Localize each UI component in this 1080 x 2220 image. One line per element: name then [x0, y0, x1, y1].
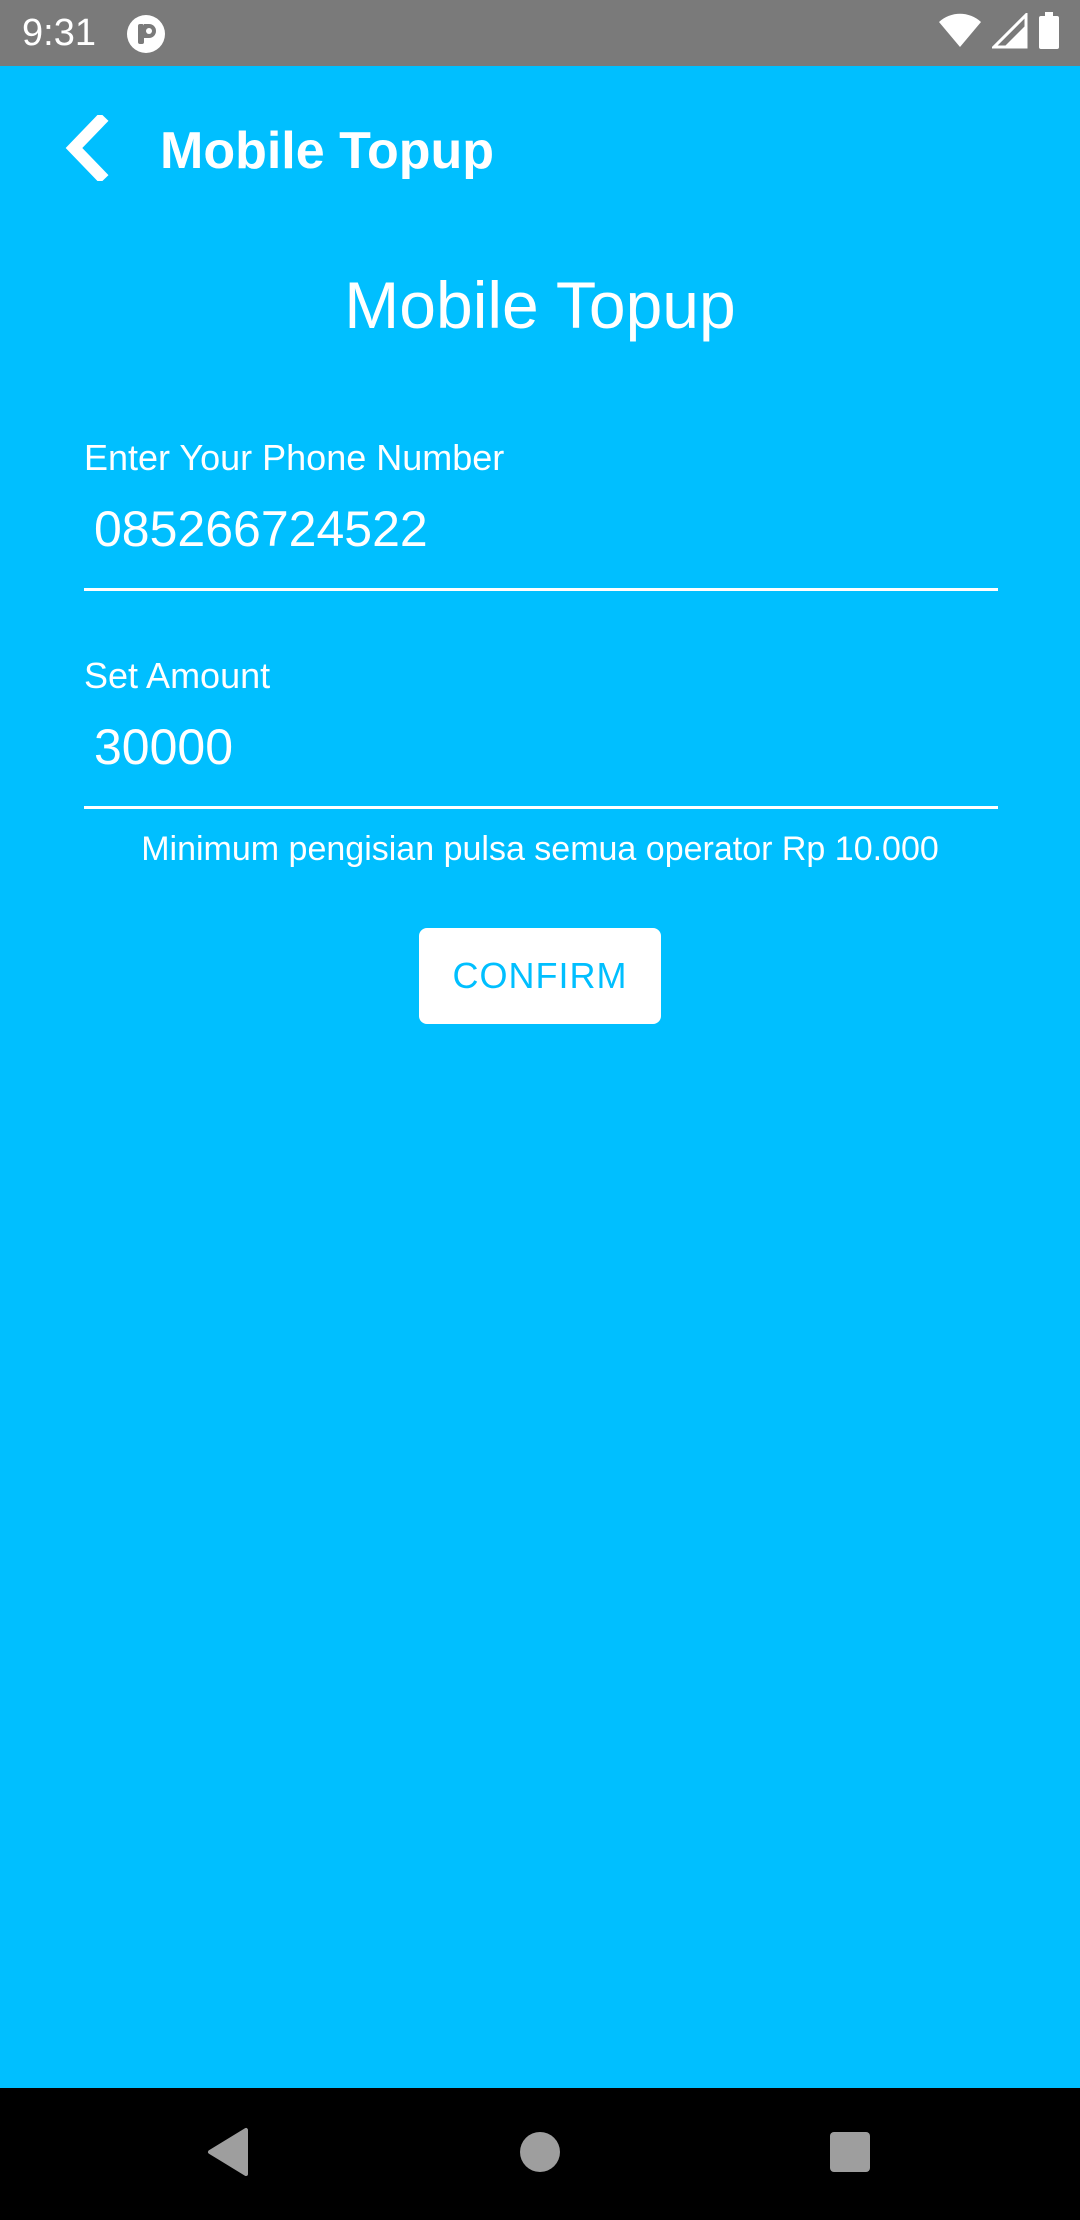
phone-number-field: Enter Your Phone Number: [84, 436, 998, 591]
amount-input[interactable]: [84, 716, 998, 778]
amount-underline: [84, 806, 998, 809]
app-notification-icon: [126, 14, 166, 54]
recents-square-icon: [828, 2130, 872, 2179]
phone-number-input[interactable]: [84, 498, 998, 560]
status-bar: 9:31: [0, 0, 1080, 66]
battery-icon: [1038, 11, 1060, 55]
page-title: Mobile Topup: [344, 268, 736, 342]
phone-number-underline: [84, 588, 998, 591]
system-nav-bar: [0, 2088, 1080, 2220]
app-bar: Mobile Topup: [0, 66, 1080, 236]
confirm-button[interactable]: CONFIRM: [419, 928, 661, 1024]
back-triangle-icon: [206, 2127, 250, 2182]
app-bar-title: Mobile Topup: [160, 122, 495, 180]
mobile-topup-screen: 9:31 Mobile Topup Mobile Topup Enter You…: [0, 0, 1080, 2220]
chevron-left-icon: [60, 112, 110, 186]
phone-number-label: Enter Your Phone Number: [84, 437, 505, 478]
back-button[interactable]: [50, 110, 120, 190]
amount-field: Set Amount: [84, 654, 998, 809]
cell-signal-icon: [990, 10, 1028, 54]
nav-home-button[interactable]: [508, 2122, 572, 2186]
status-icons: [938, 10, 1060, 55]
wifi-icon: [938, 13, 982, 54]
status-time: 9:31: [22, 12, 96, 54]
home-circle-icon: [518, 2130, 562, 2179]
amount-label: Set Amount: [84, 655, 271, 696]
nav-recents-button[interactable]: [818, 2122, 882, 2186]
nav-back-button[interactable]: [196, 2122, 260, 2186]
minimum-topup-hint: Minimum pengisian pulsa semua operator R…: [141, 830, 939, 868]
